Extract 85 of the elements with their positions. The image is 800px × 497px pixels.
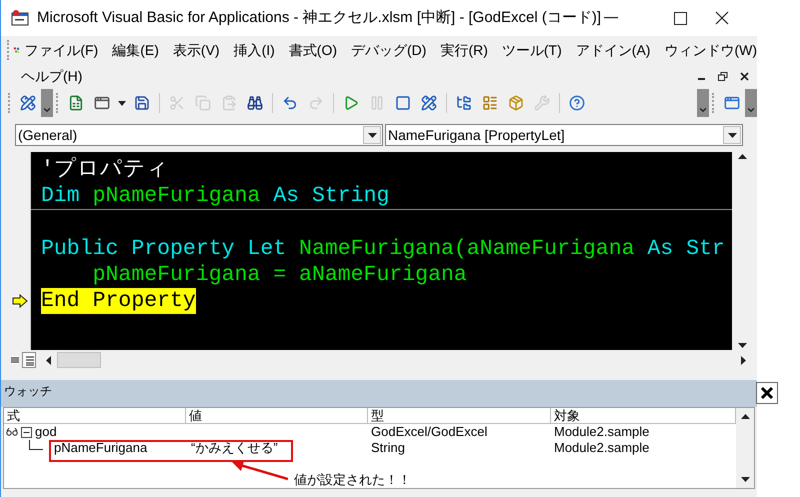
close-icon[interactable] bbox=[715, 11, 729, 25]
toolbar-grip[interactable] bbox=[56, 93, 60, 113]
help-icon bbox=[569, 95, 585, 111]
watch-type: GodExcel/GodExcel bbox=[370, 424, 488, 440]
close-icon[interactable] bbox=[740, 72, 749, 80]
menu-item[interactable]: ファイル(F) bbox=[24, 40, 98, 60]
design-icon bbox=[20, 95, 36, 111]
form-icon bbox=[94, 95, 110, 111]
scroll-thumb[interactable] bbox=[57, 352, 101, 368]
glasses-icon bbox=[6, 428, 18, 436]
code-line: Dim pNameFurigana As String bbox=[41, 183, 390, 209]
chevron-icon bbox=[42, 105, 52, 115]
window-icon bbox=[724, 95, 740, 111]
menu-item[interactable]: ヘルプ(H) bbox=[21, 66, 82, 86]
up-arrow-icon[interactable] bbox=[738, 154, 746, 159]
play-icon bbox=[343, 95, 359, 111]
maximize-icon[interactable] bbox=[674, 12, 687, 24]
menu-item[interactable]: 実行(R) bbox=[440, 40, 488, 60]
watch-context: Module2.sample bbox=[553, 440, 650, 456]
code-line: 'プロパティ bbox=[41, 157, 169, 183]
menu-item[interactable]: デバッグ(D) bbox=[351, 40, 426, 60]
overflow-button[interactable] bbox=[697, 89, 709, 117]
menu-item[interactable]: 挿入(I) bbox=[234, 40, 275, 60]
properties-icon bbox=[482, 95, 498, 111]
column-header[interactable]: 値 bbox=[186, 408, 368, 423]
restore-icon[interactable] bbox=[718, 72, 728, 80]
stop-icon bbox=[395, 95, 411, 111]
cut-icon bbox=[169, 95, 185, 111]
column-header[interactable]: 型 bbox=[368, 408, 551, 423]
save-icon bbox=[134, 95, 150, 111]
down-arrow-icon[interactable] bbox=[740, 477, 750, 482]
code-line: Public Property Let NameFurigana(aNameFurigana As Str bbox=[41, 236, 725, 262]
redo-icon bbox=[308, 95, 324, 111]
watch-expression: god bbox=[35, 424, 57, 440]
pause-icon bbox=[369, 95, 385, 111]
menu-item[interactable]: 書式(O) bbox=[288, 40, 338, 60]
watch-value: “かみえくせる” bbox=[190, 440, 279, 456]
down-arrow-icon[interactable] bbox=[738, 343, 746, 348]
pointer-arrow bbox=[232, 461, 288, 481]
undo-icon bbox=[282, 95, 298, 111]
caret-icon bbox=[728, 132, 736, 138]
collapse-icon[interactable] bbox=[21, 426, 32, 438]
tree-icon bbox=[456, 95, 472, 111]
menu-item[interactable]: ウィンドウ(W) bbox=[664, 40, 757, 60]
right-arrow-icon[interactable] bbox=[741, 356, 746, 364]
chevron-icon bbox=[746, 105, 756, 115]
up-arrow-icon[interactable] bbox=[740, 414, 750, 419]
minimize-icon[interactable] bbox=[604, 17, 618, 19]
left-arrow-icon[interactable] bbox=[46, 356, 51, 364]
module-view-icon[interactable] bbox=[22, 352, 36, 368]
toolbar-grip[interactable] bbox=[712, 93, 716, 113]
dropdown-field[interactable]: NameFurigana [PropertyLet] bbox=[385, 124, 743, 146]
watch-type: String bbox=[370, 440, 406, 456]
wrench-icon bbox=[534, 95, 550, 111]
overflow-button[interactable] bbox=[745, 89, 757, 117]
dropdown-value: NameFurigana [PropertyLet] bbox=[387, 126, 566, 145]
design-icon bbox=[421, 95, 437, 111]
chevron-icon bbox=[698, 105, 708, 115]
watch-expression: pNameFurigana bbox=[54, 440, 148, 456]
column-header[interactable]: 式 bbox=[4, 408, 186, 423]
dropdown-value: (General) bbox=[17, 126, 78, 145]
panel-title: ウォッチ bbox=[4, 382, 52, 400]
box-icon bbox=[508, 95, 524, 111]
vertical-scrollbar[interactable] bbox=[736, 408, 754, 488]
annotation-text: 値が設定された！！ bbox=[294, 471, 411, 489]
menu-item[interactable]: アドイン(A) bbox=[576, 40, 650, 60]
copy-icon bbox=[195, 95, 211, 111]
binoculars-icon bbox=[247, 95, 263, 111]
code-editor[interactable]: 'プロパティ Dim pNameFurigana As String Public Property Let NameFurigana(aNameFurigana As Str pNameFurigana = aNameFurigana End Property bbox=[31, 152, 732, 350]
spreadsheet-icon bbox=[68, 95, 84, 111]
menu-item[interactable]: ツール(T) bbox=[502, 40, 562, 60]
caret-icon bbox=[368, 132, 376, 138]
caret-icon bbox=[118, 100, 126, 106]
toolbar-grip[interactable] bbox=[8, 93, 12, 113]
overflow-button[interactable] bbox=[41, 89, 53, 117]
watch-context: Module2.sample bbox=[553, 424, 650, 440]
code-line: pNameFurigana = aNameFurigana bbox=[92, 262, 467, 288]
close-button[interactable] bbox=[756, 382, 778, 404]
window-title: Microsoft Visual Basic for Applications - 神エクセル.xlsm [中断] - [GodExcel (コード)] bbox=[37, 8, 602, 28]
menu-item[interactable]: 表示(V) bbox=[172, 40, 220, 60]
menu-item[interactable]: 編集(E) bbox=[112, 40, 159, 60]
app-icon bbox=[11, 10, 29, 26]
close-icon bbox=[760, 386, 774, 400]
paste-icon bbox=[221, 95, 237, 111]
dropdown-field[interactable]: (General) bbox=[15, 124, 383, 146]
